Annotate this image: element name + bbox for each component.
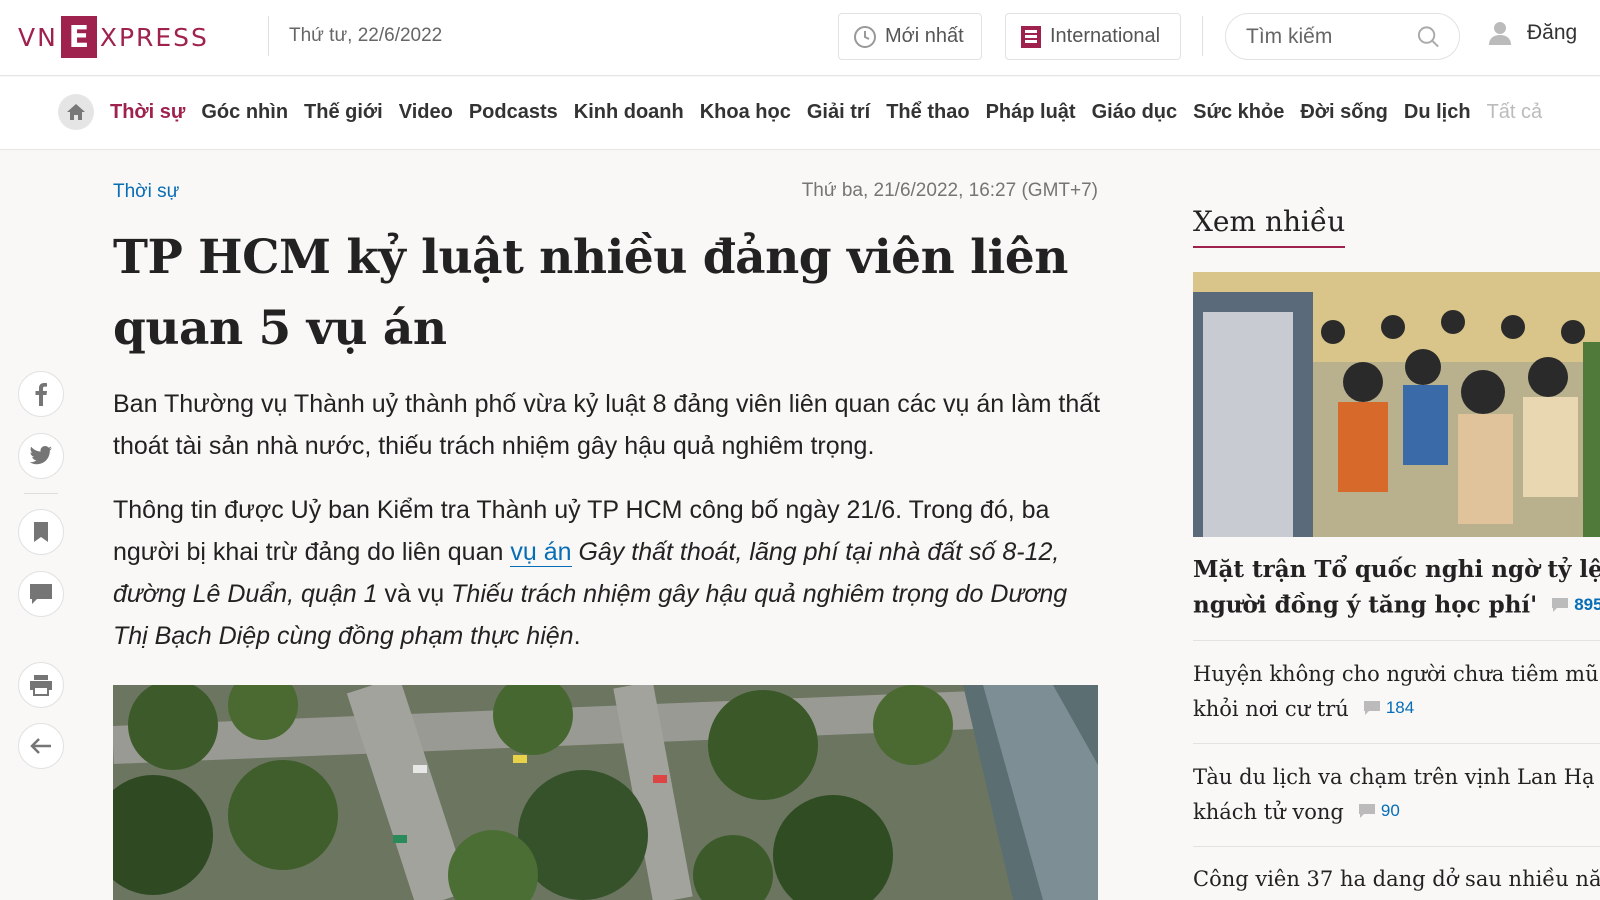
back-button[interactable] [18,723,64,769]
search-box[interactable] [1225,13,1460,60]
sidebar-divider [1193,743,1600,744]
most-viewed-title-text: khách tử vong [1193,800,1344,824]
international-label: International [1050,25,1161,47]
aerial-city-image [113,685,1098,900]
comment-count-value: 184 [1385,698,1415,717]
article-lead: Ban Thường vụ Thành uỷ thành phố vừa kỷ … [113,390,1101,460]
most-viewed-title-line1: Công viên 37 ha dang dở sau nhiều nă [1193,867,1600,891]
print-button[interactable] [18,662,64,708]
comment-count[interactable]: 184 [1363,691,1414,725]
international-button[interactable]: International [1005,13,1181,60]
nav-item[interactable]: Kinh doanh [574,101,684,124]
nav-item[interactable]: Thế giới [304,101,383,124]
most-viewed-title-line2: người đồng ý tăng học phí' 895 [1193,587,1600,623]
paragraph-text-2: và vụ [377,580,452,608]
share-facebook-button[interactable] [18,371,64,417]
rail-divider [24,493,58,494]
nav-item[interactable]: Thể thao [886,101,969,124]
comment-icon [1363,701,1380,715]
comment-icon [30,584,52,604]
nav-item[interactable]: Đời sống [1300,101,1388,124]
newspaper-icon [1021,25,1041,48]
nav-item[interactable]: Video [399,101,453,124]
comment-icon [1358,804,1375,818]
login-button[interactable]: Đăng [1487,20,1577,46]
top-bar: VN E XPRESS Thứ tư, 22/6/2022 Mới nhất I… [0,0,1600,76]
search-input[interactable] [1246,24,1416,49]
print-icon [30,675,52,696]
home-button[interactable] [58,94,94,130]
sidebar-divider [1193,846,1600,847]
comment-icon [1552,597,1569,612]
sidebar-divider [1193,640,1600,641]
most-viewed-title-text: người đồng ý tăng học phí' [1193,591,1538,619]
case-link[interactable]: vụ án [510,538,572,567]
clock-icon [854,25,876,48]
most-viewed-title-line2: khỏi nơi cư trú 184 [1193,691,1600,726]
article-photo[interactable] [113,685,1098,900]
comment-count[interactable]: 90 [1358,794,1400,828]
nav-item[interactable]: Khoa học [700,101,791,124]
nav-item[interactable]: Giải trí [807,101,870,124]
most-viewed-item[interactable]: Công viên 37 ha dang dở sau nhiều nă [1193,862,1600,896]
most-viewed-title-line1: Mặt trận Tổ quốc nghi ngờ tỷ lệ '7 [1193,556,1600,583]
article-paragraph: Thông tin được Uỷ ban Kiểm tra Thành uỷ … [113,489,1103,657]
most-viewed-item[interactable]: Tàu du lịch va chạm trên vịnh Lan Hạ khá… [1193,760,1600,829]
facebook-icon [35,383,47,406]
paragraph-text-3: . [573,622,581,650]
logo-text-right: XPRESS [99,22,209,52]
comment-count[interactable]: 895 [1551,587,1600,622]
most-viewed-title-line1: Huyện không cho người chưa tiêm mũ [1193,662,1599,686]
save-bookmark-button[interactable] [18,509,64,555]
search-icon[interactable] [1416,24,1441,50]
login-label: Đăng [1527,21,1578,44]
nav-item[interactable]: Góc nhìn [201,101,288,124]
most-viewed-title-text: khỏi nơi cư trú [1193,697,1349,721]
nav-item[interactable]: Thời sự [110,101,185,124]
user-icon [1489,22,1511,45]
twitter-icon [29,446,53,465]
comment-count-value: 90 [1380,801,1400,820]
students-crowd-image [1193,272,1600,537]
logo-text-left: VN [18,22,58,52]
nav-item[interactable]: Giáo dục [1092,101,1178,124]
most-viewed-item[interactable]: Mặt trận Tổ quốc nghi ngờ tỷ lệ '7 người… [1193,552,1600,623]
current-date: Thứ tư, 22/6/2022 [289,25,443,46]
article-publish-date: Thứ ba, 21/6/2022, 16:27 (GMT+7) [801,180,1098,201]
nav-item[interactable]: Podcasts [469,101,558,124]
bookmark-icon [34,522,48,542]
logo-mark: E [60,16,97,58]
comment-count-value: 895 [1574,595,1600,614]
category-nav: Thời sự Góc nhìn Thế giới Video Podcasts Kinh… [0,77,1600,150]
most-viewed-heading: Xem nhiều [1193,205,1346,248]
nav-item[interactable]: Pháp luật [986,101,1076,124]
comment-button[interactable] [18,571,64,617]
vnexpress-logo[interactable]: VN E XPRESS [18,16,209,58]
most-viewed-title-line2: khách tử vong 90 [1193,794,1600,829]
nav-item-all[interactable]: Tất cả [1487,101,1543,124]
article-title: TP HCM kỷ luật nhiều đảng viên liên quan… [113,230,1068,356]
home-icon [67,104,85,120]
latest-news-button[interactable]: Mới nhất [838,13,982,60]
nav-item[interactable]: Sức khỏe [1193,101,1284,124]
latest-news-label: Mới nhất [885,25,964,47]
nav-items: Thời sự Góc nhìn Thế giới Video Podcasts Kinh… [110,101,1558,124]
share-twitter-button[interactable] [18,433,64,479]
header-divider [268,16,269,56]
back-arrow-icon [30,738,51,754]
most-viewed-item[interactable]: Huyện không cho người chưa tiêm mũ khỏi … [1193,657,1600,726]
nav-item[interactable]: Du lịch [1404,101,1471,124]
most-viewed-top-image[interactable] [1193,272,1600,537]
header-divider-2 [1202,16,1203,56]
article-category-link[interactable]: Thời sự [113,181,179,203]
most-viewed-title-line1: Tàu du lịch va chạm trên vịnh Lan Hạ [1193,765,1595,789]
